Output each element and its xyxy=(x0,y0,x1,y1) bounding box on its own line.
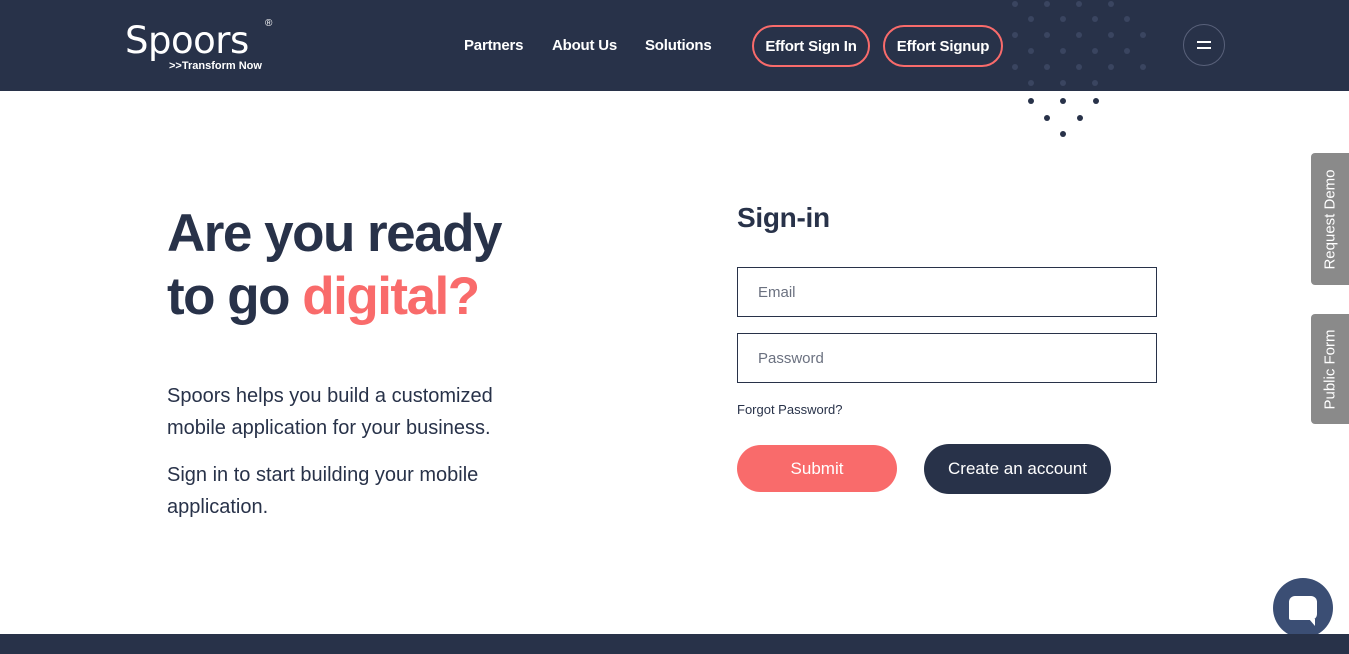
effort-sign-in-button[interactable]: Effort Sign In xyxy=(752,25,870,67)
hero-heading-accent: digital? xyxy=(302,267,480,326)
hero-heading-line1: Are you ready xyxy=(167,204,502,263)
hero-description: Spoors helps you build a customized mobi… xyxy=(167,385,493,439)
site-header: Spoors ® >>Transform Now Partners About … xyxy=(0,0,1349,91)
nav-solutions[interactable]: Solutions xyxy=(645,37,712,54)
forgot-password-link[interactable]: Forgot Password? xyxy=(737,402,843,417)
registered-mark: ® xyxy=(265,18,273,29)
footer-strip xyxy=(0,634,1349,654)
chat-widget-button[interactable] xyxy=(1273,578,1333,638)
request-demo-label: Request Demo xyxy=(1321,168,1339,270)
nav-partners[interactable]: Partners xyxy=(464,37,523,54)
create-account-button[interactable]: Create an account xyxy=(924,444,1111,494)
logo-tagline: >>Transform Now xyxy=(169,60,262,72)
effort-signup-button[interactable]: Effort Signup xyxy=(883,25,1003,67)
hero-heading-line2: to go xyxy=(167,267,303,326)
nav-about-us[interactable]: About Us xyxy=(552,37,617,54)
spoors-logo[interactable]: Spoors ® >>Transform Now xyxy=(125,18,272,72)
submit-button[interactable]: Submit xyxy=(737,445,897,492)
hero-heading: Are you ready to go digital? xyxy=(167,202,502,328)
request-demo-tab[interactable]: Request Demo xyxy=(1311,153,1349,285)
password-field[interactable] xyxy=(737,333,1157,383)
public-form-tab[interactable]: Public Form xyxy=(1311,314,1349,424)
signin-title: Sign-in xyxy=(737,202,830,233)
chat-icon xyxy=(1289,596,1317,626)
logo-wordmark: Spoors xyxy=(125,19,249,62)
public-form-label: Public Form xyxy=(1321,328,1339,410)
menu-button[interactable] xyxy=(1183,24,1225,66)
hamburger-icon xyxy=(1197,41,1211,49)
hero-instructions: Sign in to start building your mobile ap… xyxy=(167,464,479,518)
email-field[interactable] xyxy=(737,267,1157,317)
